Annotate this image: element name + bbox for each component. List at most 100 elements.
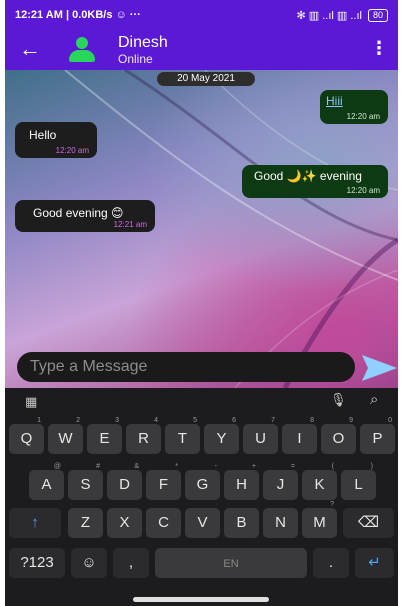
comma-key[interactable]: ,: [113, 548, 149, 578]
key-u[interactable]: U7: [243, 417, 278, 454]
chat-header: ← Dinesh Online ⋮: [5, 30, 398, 70]
symbols-key[interactable]: ?123: [9, 548, 65, 578]
avatar[interactable]: [69, 37, 95, 63]
key-hint: 3: [115, 417, 119, 424]
key-label: H: [236, 476, 247, 493]
key-label: X: [119, 514, 130, 531]
key-l[interactable]: L): [341, 463, 376, 500]
shift-icon: ↑: [31, 514, 39, 531]
period-key[interactable]: .: [313, 548, 349, 578]
key-m[interactable]: M?: [302, 501, 337, 538]
key-label: .: [328, 554, 334, 571]
shift-key[interactable]: ↑: [9, 508, 61, 538]
key-label: O: [332, 430, 345, 447]
backspace-icon: ⌫: [357, 514, 380, 531]
key-label: I: [297, 430, 302, 447]
key-i[interactable]: I8: [282, 417, 317, 454]
back-arrow-icon[interactable]: ←: [19, 36, 41, 62]
key-label: B: [236, 514, 247, 531]
send-icon[interactable]: [360, 353, 398, 383]
key-a[interactable]: A @: [29, 463, 64, 500]
key-label: D: [119, 476, 130, 493]
space-key[interactable]: EN: [155, 548, 307, 578]
key-z[interactable]: Z: [68, 508, 103, 538]
message-bubble-sent[interactable]: Hiii 12:20 am: [320, 90, 388, 124]
key-x[interactable]: X: [107, 508, 142, 538]
message-bubble-received[interactable]: Hello 12:20 am: [15, 122, 97, 158]
key-hint: *: [175, 463, 178, 470]
key-hint: ?: [330, 501, 334, 508]
key-r[interactable]: R4: [126, 417, 161, 454]
key-hint: 1: [37, 417, 41, 424]
status-bar: 12:21 AM | 0.0KB/s ☺ ··· ✻ ▥ ..ıl ▥ ..ıl…: [5, 0, 398, 30]
key-g[interactable]: G-: [185, 463, 220, 500]
search-icon[interactable]: ⌕: [370, 391, 378, 408]
key-v[interactable]: V: [185, 508, 220, 538]
enter-icon: ↵: [368, 554, 381, 571]
backspace-key[interactable]: ⌫: [343, 508, 394, 538]
key-e[interactable]: E3: [87, 417, 122, 454]
emoji-key[interactable]: ☺: [71, 548, 107, 578]
microphone-icon[interactable]: 🎙: [330, 392, 347, 408]
key-j[interactable]: J =: [263, 463, 298, 500]
key-f[interactable]: F *: [146, 463, 181, 500]
message-input[interactable]: Type a Message: [17, 352, 355, 382]
key-p[interactable]: P0: [360, 417, 395, 454]
key-hint: &: [134, 463, 139, 470]
key-t[interactable]: T5: [165, 417, 200, 454]
key-label: R: [138, 430, 149, 447]
key-hint: =: [290, 463, 295, 470]
key-b[interactable]: B: [224, 508, 259, 538]
message-time: 12:20 am: [346, 112, 380, 121]
key-c[interactable]: C: [146, 508, 181, 538]
signal-icons: ✻ ▥ ..ıl ▥ ..ıl: [296, 9, 362, 22]
keyboard-toolbar: ▦ 🎙 ⌕: [5, 388, 398, 416]
key-label: Z: [80, 514, 91, 531]
key-label: S: [80, 476, 91, 493]
key-k[interactable]: K(: [302, 463, 337, 500]
date-chip: 20 May 2021: [157, 72, 255, 86]
key-h[interactable]: H +: [224, 463, 259, 500]
message-time: 12:21 am: [113, 220, 147, 229]
key-hint: +: [251, 463, 256, 470]
home-indicator[interactable]: [133, 597, 269, 602]
key-label: F: [158, 476, 169, 493]
message-bubble-sent[interactable]: Good 🌙✨ evening 12:20 am: [242, 165, 388, 198]
key-hint: 9: [349, 417, 353, 424]
key-o[interactable]: O9: [321, 417, 356, 454]
key-d[interactable]: D &: [107, 463, 142, 500]
message-text: Hello: [29, 128, 57, 142]
keyboard-menu-icon[interactable]: ▦: [25, 394, 37, 410]
key-label: A: [41, 476, 52, 493]
key-n[interactable]: N: [263, 508, 298, 538]
space-label: EN: [223, 558, 239, 570]
key-hint: 6: [232, 417, 236, 424]
key-label: U: [255, 430, 266, 447]
key-label: K: [314, 476, 325, 493]
key-label: V: [197, 514, 208, 531]
chat-area[interactable]: 20 May 2021 Hiii 12:20 am Hello 12:20 am…: [5, 70, 398, 388]
key-hint: (: [331, 463, 334, 470]
on-screen-keyboard: ▦ 🎙 ⌕ Q 1 W 2 E 3 R 4 T 5 Y 6 U 7 I 8 O 9 P 0 A @ S # D & F * G - H + J =…: [5, 388, 398, 606]
key-s[interactable]: S #: [68, 463, 103, 500]
message-text: Good 🌙✨ evening: [254, 169, 362, 183]
key-w[interactable]: W2: [48, 417, 83, 454]
navigation-bar: [5, 594, 398, 606]
key-hint: 8: [310, 417, 314, 424]
key-label: P: [372, 430, 383, 447]
message-text: Good evening 😊: [33, 206, 124, 220]
key-label: C: [158, 514, 169, 531]
key-hint: 4: [154, 417, 158, 424]
key-label: N: [275, 514, 286, 531]
key-y[interactable]: Y6: [204, 417, 239, 454]
key-hint: 7: [271, 417, 275, 424]
enter-key[interactable]: ↵: [355, 548, 394, 578]
key-label: J: [276, 476, 285, 493]
key-hint: 0: [388, 417, 392, 424]
message-bubble-received[interactable]: Good evening 😊 12:21 am: [15, 200, 155, 232]
key-q[interactable]: Q1: [9, 417, 44, 454]
more-options-icon[interactable]: ⋮: [370, 38, 388, 59]
key-hint: #: [96, 463, 100, 470]
contact-name[interactable]: Dinesh: [118, 34, 168, 52]
key-label: L: [354, 476, 363, 493]
